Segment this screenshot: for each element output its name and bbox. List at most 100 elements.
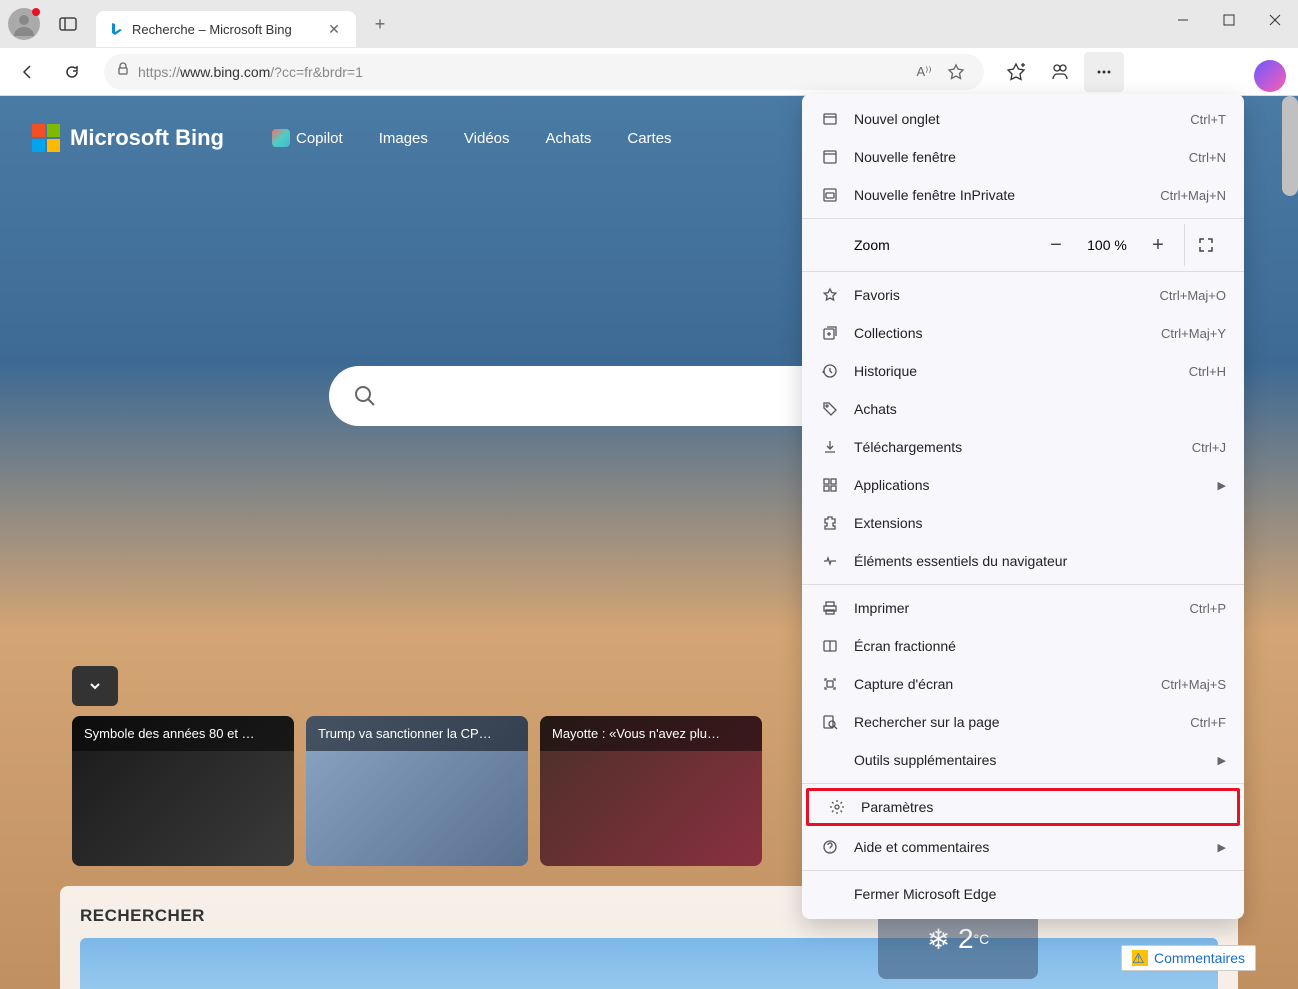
collections-icon: [820, 323, 840, 343]
sky-image: [80, 938, 1218, 989]
split-screen-icon: [820, 636, 840, 656]
browser-tab[interactable]: Recherche – Microsoft Bing ✕: [96, 11, 356, 47]
titlebar: Recherche – Microsoft Bing ✕ +: [0, 0, 1298, 48]
menu-new-tab[interactable]: Nouvel onglet Ctrl+T: [802, 100, 1244, 138]
gear-icon: [827, 797, 847, 817]
menu-label: Extensions: [854, 515, 1226, 531]
menu-print[interactable]: Imprimer Ctrl+P: [802, 589, 1244, 627]
menu-shortcut: Ctrl+J: [1192, 440, 1226, 455]
print-icon: [820, 598, 840, 618]
weather-temp: 2: [958, 923, 974, 955]
zoom-value: 100 %: [1082, 237, 1132, 253]
menu-label: Rechercher sur la page: [854, 714, 1190, 730]
menu-collections[interactable]: Collections Ctrl+Maj+Y: [802, 314, 1244, 352]
menu-favorites[interactable]: Favoris Ctrl+Maj+O: [802, 276, 1244, 314]
menu-new-window[interactable]: Nouvelle fenêtre Ctrl+N: [802, 138, 1244, 176]
news-card[interactable]: Symbole des années 80 et …: [72, 716, 294, 866]
refresh-button[interactable]: [52, 52, 92, 92]
menu-history[interactable]: Historique Ctrl+H: [802, 352, 1244, 390]
tab-actions-button[interactable]: [48, 4, 88, 44]
scrollbar[interactable]: [1282, 96, 1298, 196]
new-window-icon: [820, 147, 840, 167]
bing-nav: Copilot Images Vidéos Achats Cartes: [272, 129, 672, 147]
menu-label: Fermer Microsoft Edge: [854, 886, 1226, 902]
zoom-out-button[interactable]: −: [1038, 227, 1074, 263]
warning-icon: ⚠: [1132, 950, 1148, 966]
menu-shortcut: Ctrl+Maj+Y: [1161, 326, 1226, 341]
maximize-button[interactable]: [1206, 0, 1252, 40]
nav-videos[interactable]: Vidéos: [464, 129, 510, 147]
menu-settings[interactable]: Paramètres: [806, 788, 1240, 826]
comments-label: Commentaires: [1154, 950, 1245, 966]
menu-divider: [802, 218, 1244, 219]
back-button[interactable]: [8, 52, 48, 92]
menu-close-edge[interactable]: Fermer Microsoft Edge: [802, 875, 1244, 913]
nav-copilot[interactable]: Copilot: [272, 129, 343, 147]
tab-title: Recherche – Microsoft Bing: [132, 22, 324, 37]
url-text: https://www.bing.com/?cc=fr&brdr=1: [138, 64, 908, 80]
menu-extensions[interactable]: Extensions: [802, 504, 1244, 542]
nav-cartes[interactable]: Cartes: [627, 129, 671, 147]
close-window-button[interactable]: [1252, 0, 1298, 40]
bing-favicon-icon: [108, 21, 124, 37]
nav-images[interactable]: Images: [379, 129, 428, 147]
news-card[interactable]: Trump va sanctionner la CP…: [306, 716, 528, 866]
menu-shortcut: Ctrl+T: [1190, 112, 1226, 127]
menu-shortcut: Ctrl+H: [1189, 364, 1226, 379]
copilot-logo-icon: [272, 129, 290, 147]
comments-button[interactable]: ⚠ Commentaires: [1121, 945, 1256, 971]
close-tab-button[interactable]: ✕: [324, 19, 344, 39]
favorite-star-button[interactable]: [940, 56, 972, 88]
microsoft-logo-icon: [32, 124, 60, 152]
menu-label: Nouvelle fenêtre InPrivate: [854, 187, 1160, 203]
menu-label: Aide et commentaires: [854, 839, 1218, 855]
collections-button[interactable]: [1040, 52, 1080, 92]
notification-dot-icon: [32, 8, 40, 16]
more-button[interactable]: [1084, 52, 1124, 92]
lock-icon: [116, 62, 130, 81]
nav-videos-label: Vidéos: [464, 130, 510, 147]
new-tab-button[interactable]: +: [364, 8, 396, 40]
new-tab-icon: [820, 109, 840, 129]
weather-unit: °C: [974, 931, 990, 947]
menu-essentials[interactable]: Éléments essentiels du navigateur: [802, 542, 1244, 580]
address-bar[interactable]: https://www.bing.com/?cc=fr&brdr=1 A⁾⁾: [104, 54, 984, 90]
zoom-in-button[interactable]: +: [1140, 227, 1176, 263]
menu-inprivate[interactable]: Nouvelle fenêtre InPrivate Ctrl+Maj+N: [802, 176, 1244, 214]
nav-achats[interactable]: Achats: [546, 129, 592, 147]
menu-help[interactable]: Aide et commentaires ▶: [802, 828, 1244, 866]
favorites-button[interactable]: [996, 52, 1036, 92]
chevron-right-icon: ▶: [1218, 479, 1226, 492]
copilot-icon[interactable]: [1254, 60, 1286, 92]
find-icon: [820, 712, 840, 732]
download-icon: [820, 437, 840, 457]
menu-label: Collections: [854, 325, 1161, 341]
menu-shortcut: Ctrl+Maj+N: [1160, 188, 1226, 203]
menu-label: Écran fractionné: [854, 638, 1226, 654]
menu-apps[interactable]: Applications ▶: [802, 466, 1244, 504]
screenshot-icon: [820, 674, 840, 694]
menu-shopping[interactable]: Achats: [802, 390, 1244, 428]
window-controls: [1160, 0, 1298, 40]
menu-find[interactable]: Rechercher sur la page Ctrl+F: [802, 703, 1244, 741]
menu-screenshot[interactable]: Capture d'écran Ctrl+Maj+S: [802, 665, 1244, 703]
read-aloud-button[interactable]: A⁾⁾: [908, 56, 940, 88]
menu-more-tools[interactable]: Outils supplémentaires ▶: [802, 741, 1244, 779]
minimize-button[interactable]: [1160, 0, 1206, 40]
nav-cartes-label: Cartes: [627, 130, 671, 147]
carousel-expand-button[interactable]: [72, 666, 118, 706]
menu-label: Historique: [854, 363, 1189, 379]
history-icon: [820, 361, 840, 381]
fullscreen-button[interactable]: [1184, 224, 1226, 266]
news-cards: Symbole des années 80 et … Trump va sanc…: [72, 716, 762, 866]
bing-logo[interactable]: Microsoft Bing: [32, 124, 224, 152]
menu-shortcut: Ctrl+N: [1189, 150, 1226, 165]
menu-split-screen[interactable]: Écran fractionné: [802, 627, 1244, 665]
tag-icon: [820, 399, 840, 419]
news-card[interactable]: Mayotte : «Vous n'avez plu…: [540, 716, 762, 866]
profile-icon[interactable]: [8, 8, 40, 40]
news-card-title: Trump va sanctionner la CP…: [306, 716, 528, 751]
menu-label: Nouvelle fenêtre: [854, 149, 1189, 165]
menu-label: Téléchargements: [854, 439, 1192, 455]
menu-downloads[interactable]: Téléchargements Ctrl+J: [802, 428, 1244, 466]
